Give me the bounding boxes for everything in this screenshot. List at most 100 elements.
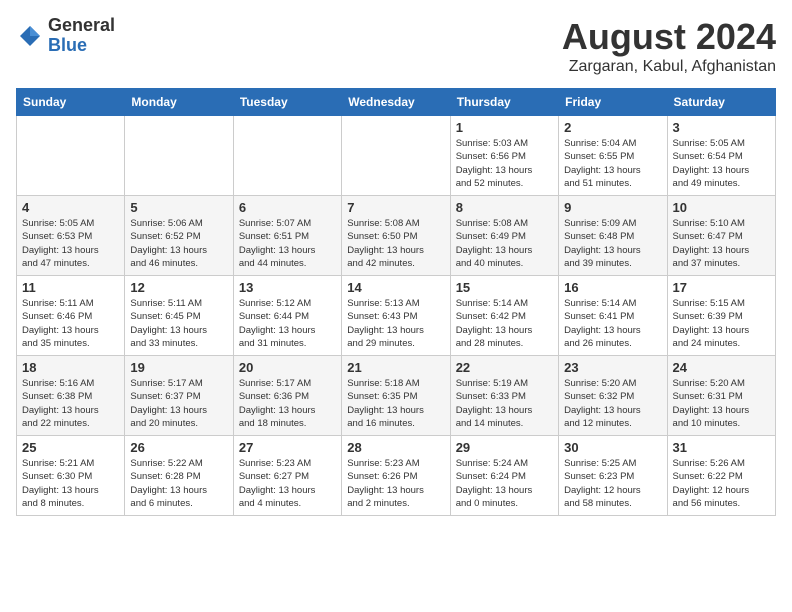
day-number: 17 [673, 280, 770, 295]
calendar-cell: 17Sunrise: 5:15 AM Sunset: 6:39 PM Dayli… [667, 276, 775, 356]
day-info: Sunrise: 5:20 AM Sunset: 6:31 PM Dayligh… [673, 377, 770, 430]
day-info: Sunrise: 5:16 AM Sunset: 6:38 PM Dayligh… [22, 377, 119, 430]
day-number: 1 [456, 120, 553, 135]
day-number: 15 [456, 280, 553, 295]
calendar-week-4: 25 Sunrise: 5:21 AM Sunset: 6:30 PM Dayli… [17, 436, 776, 516]
title-area: August 2024 Zargaran, Kabul, Afghanistan [562, 16, 776, 76]
calendar-table: SundayMondayTuesdayWednesdayThursdayFrid… [16, 88, 776, 516]
header-cell-sunday: Sunday [17, 89, 125, 116]
day-info: Sunrise: 5:24 AM Sunset: 6:24 PM Dayligh… [456, 457, 553, 510]
month-title: August 2024 [562, 16, 776, 58]
header-cell-saturday: Saturday [667, 89, 775, 116]
calendar-cell: 23 Sunrise: 5:20 AM Sunset: 6:32 PM Dayli… [559, 356, 667, 436]
calendar-cell: 5 Sunrise: 5:06 AM Sunset: 6:52 PM Daylig… [125, 196, 233, 276]
day-info: Sunrise: 5:12 AM Sunset: 6:44 PM Dayligh… [239, 297, 336, 350]
day-info: Sunrise: 5:25 AM Sunset: 6:23 PM Dayligh… [564, 457, 661, 510]
day-number: 10 [673, 200, 770, 215]
header-cell-wednesday: Wednesday [342, 89, 450, 116]
day-number: 3 [673, 120, 770, 135]
day-number: 24 [673, 360, 770, 375]
header-cell-friday: Friday [559, 89, 667, 116]
day-number: 14 [347, 280, 444, 295]
day-number: 13 [239, 280, 336, 295]
calendar-cell: 18 Sunrise: 5:16 AM Sunset: 6:38 PM Dayli… [17, 356, 125, 436]
day-info: Sunrise: 5:20 AM Sunset: 6:32 PM Dayligh… [564, 377, 661, 430]
day-info: Sunrise: 5:17 AM Sunset: 6:37 PM Dayligh… [130, 377, 227, 430]
day-info: Sunrise: 5:22 AM Sunset: 6:28 PM Dayligh… [130, 457, 227, 510]
calendar-cell: 26 Sunrise: 5:22 AM Sunset: 6:28 PM Dayli… [125, 436, 233, 516]
calendar-cell: 25 Sunrise: 5:21 AM Sunset: 6:30 PM Dayli… [17, 436, 125, 516]
day-number: 2 [564, 120, 661, 135]
day-number: 21 [347, 360, 444, 375]
day-number: 7 [347, 200, 444, 215]
day-number: 19 [130, 360, 227, 375]
day-number: 5 [130, 200, 227, 215]
day-number: 26 [130, 440, 227, 455]
day-info: Sunrise: 5:19 AM Sunset: 6:33 PM Dayligh… [456, 377, 553, 430]
calendar-week-3: 18 Sunrise: 5:16 AM Sunset: 6:38 PM Dayli… [17, 356, 776, 436]
calendar-cell: 1 Sunrise: 5:03 AM Sunset: 6:56 PM Daylig… [450, 116, 558, 196]
logo-icon [16, 22, 44, 50]
day-info: Sunrise: 5:23 AM Sunset: 6:26 PM Dayligh… [347, 457, 444, 510]
calendar-cell: 19 Sunrise: 5:17 AM Sunset: 6:37 PM Dayli… [125, 356, 233, 436]
header-cell-thursday: Thursday [450, 89, 558, 116]
day-number: 22 [456, 360, 553, 375]
day-number: 4 [22, 200, 119, 215]
calendar-cell: 10 Sunrise: 5:10 AM Sunset: 6:47 PM Dayli… [667, 196, 775, 276]
day-number: 9 [564, 200, 661, 215]
day-info: Sunrise: 5:08 AM Sunset: 6:50 PM Dayligh… [347, 217, 444, 270]
calendar-cell [17, 116, 125, 196]
calendar-week-0: 1 Sunrise: 5:03 AM Sunset: 6:56 PM Daylig… [17, 116, 776, 196]
day-number: 31 [673, 440, 770, 455]
day-number: 18 [22, 360, 119, 375]
header-cell-tuesday: Tuesday [233, 89, 341, 116]
day-info: Sunrise: 5:10 AM Sunset: 6:47 PM Dayligh… [673, 217, 770, 270]
day-number: 20 [239, 360, 336, 375]
calendar-cell: 15 Sunrise: 5:14 AM Sunset: 6:42 PM Dayli… [450, 276, 558, 356]
calendar-cell: 9 Sunrise: 5:09 AM Sunset: 6:48 PM Daylig… [559, 196, 667, 276]
header-row: SundayMondayTuesdayWednesdayThursdayFrid… [17, 89, 776, 116]
day-info: Sunrise: 5:04 AM Sunset: 6:55 PM Dayligh… [564, 137, 661, 190]
day-info: Sunrise: 5:13 AM Sunset: 6:43 PM Dayligh… [347, 297, 444, 350]
calendar-cell: 20 Sunrise: 5:17 AM Sunset: 6:36 PM Dayli… [233, 356, 341, 436]
day-info: Sunrise: 5:03 AM Sunset: 6:56 PM Dayligh… [456, 137, 553, 190]
day-number: 12 [130, 280, 227, 295]
calendar-cell: 12 Sunrise: 5:11 AM Sunset: 6:45 PM Dayli… [125, 276, 233, 356]
day-info: Sunrise: 5:11 AM Sunset: 6:45 PM Dayligh… [130, 297, 227, 350]
day-info: Sunrise: 5:06 AM Sunset: 6:52 PM Dayligh… [130, 217, 227, 270]
calendar-header: SundayMondayTuesdayWednesdayThursdayFrid… [17, 89, 776, 116]
day-number: 25 [22, 440, 119, 455]
day-info: Sunrise: 5:09 AM Sunset: 6:48 PM Dayligh… [564, 217, 661, 270]
day-info: Sunrise: 5:21 AM Sunset: 6:30 PM Dayligh… [22, 457, 119, 510]
calendar-cell: 14 Sunrise: 5:13 AM Sunset: 6:43 PM Dayli… [342, 276, 450, 356]
calendar-cell: 3 Sunrise: 5:05 AM Sunset: 6:54 PM Daylig… [667, 116, 775, 196]
calendar-cell [125, 116, 233, 196]
calendar-cell [233, 116, 341, 196]
calendar-week-1: 4 Sunrise: 5:05 AM Sunset: 6:53 PM Daylig… [17, 196, 776, 276]
logo-general-text: General [48, 16, 115, 36]
calendar-cell: 27Sunrise: 5:23 AM Sunset: 6:27 PM Dayli… [233, 436, 341, 516]
day-info: Sunrise: 5:14 AM Sunset: 6:42 PM Dayligh… [456, 297, 553, 350]
calendar-cell: 22 Sunrise: 5:19 AM Sunset: 6:33 PM Dayli… [450, 356, 558, 436]
calendar-cell: 28Sunrise: 5:23 AM Sunset: 6:26 PM Dayli… [342, 436, 450, 516]
day-info: Sunrise: 5:14 AM Sunset: 6:41 PM Dayligh… [564, 297, 661, 350]
calendar-cell: 29Sunrise: 5:24 AM Sunset: 6:24 PM Dayli… [450, 436, 558, 516]
calendar-cell: 16Sunrise: 5:14 AM Sunset: 6:41 PM Dayli… [559, 276, 667, 356]
day-info: Sunrise: 5:05 AM Sunset: 6:53 PM Dayligh… [22, 217, 119, 270]
day-number: 23 [564, 360, 661, 375]
calendar-cell: 6 Sunrise: 5:07 AM Sunset: 6:51 PM Daylig… [233, 196, 341, 276]
day-info: Sunrise: 5:11 AM Sunset: 6:46 PM Dayligh… [22, 297, 119, 350]
calendar-cell: 24 Sunrise: 5:20 AM Sunset: 6:31 PM Dayli… [667, 356, 775, 436]
day-info: Sunrise: 5:23 AM Sunset: 6:27 PM Dayligh… [239, 457, 336, 510]
calendar-cell: 31Sunrise: 5:26 AM Sunset: 6:22 PM Dayli… [667, 436, 775, 516]
logo-blue-text: Blue [48, 36, 115, 56]
calendar-cell: 7 Sunrise: 5:08 AM Sunset: 6:50 PM Daylig… [342, 196, 450, 276]
day-info: Sunrise: 5:05 AM Sunset: 6:54 PM Dayligh… [673, 137, 770, 190]
calendar-cell: 2 Sunrise: 5:04 AM Sunset: 6:55 PM Daylig… [559, 116, 667, 196]
day-number: 6 [239, 200, 336, 215]
calendar-cell: 8Sunrise: 5:08 AM Sunset: 6:49 PM Daylig… [450, 196, 558, 276]
day-info: Sunrise: 5:07 AM Sunset: 6:51 PM Dayligh… [239, 217, 336, 270]
calendar-cell: 11Sunrise: 5:11 AM Sunset: 6:46 PM Dayli… [17, 276, 125, 356]
day-info: Sunrise: 5:17 AM Sunset: 6:36 PM Dayligh… [239, 377, 336, 430]
day-info: Sunrise: 5:18 AM Sunset: 6:35 PM Dayligh… [347, 377, 444, 430]
